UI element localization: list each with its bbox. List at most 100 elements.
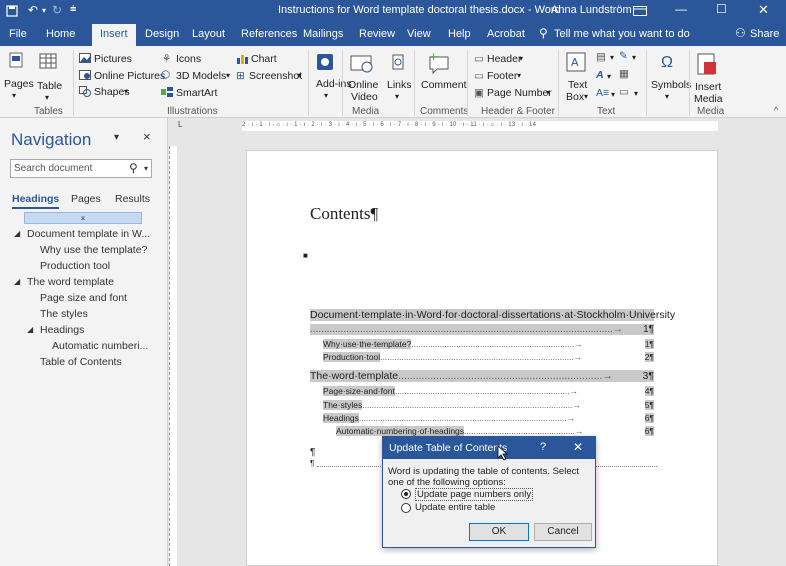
page-number-button[interactable]: Page Number (487, 87, 552, 99)
tab-pages[interactable]: Pages (71, 193, 101, 205)
undo-dropdown-icon[interactable]: ▾ (42, 6, 46, 15)
tab-references[interactable]: References (241, 28, 297, 40)
signature-line-icon[interactable]: ✎ (619, 50, 628, 62)
text-box-label-2[interactable]: Box (566, 91, 584, 103)
tell-me-search[interactable]: Tell me what you want to do (554, 28, 690, 40)
add-ins-dropdown-icon[interactable]: ▾ (324, 90, 328, 102)
toc-entry-level3[interactable]: Automatic·numbering·of·headings.........… (336, 426, 654, 436)
links-button[interactable]: Links (387, 79, 412, 91)
icons-button[interactable]: Icons (176, 53, 201, 65)
quick-parts-icon[interactable]: ▤ (596, 51, 606, 63)
tab-home[interactable]: Home (46, 28, 75, 40)
quick-parts-dropdown-icon[interactable]: ▾ (610, 52, 614, 64)
tab-help[interactable]: Help (448, 28, 471, 40)
search-dropdown-icon[interactable]: ▾ (144, 164, 148, 173)
toc-entry-level1[interactable]: The·word·template.......................… (310, 370, 654, 382)
online-video-label-2[interactable]: Video (351, 91, 378, 103)
nav-heading-item[interactable]: Table of Contents (40, 356, 122, 368)
wordart-icon[interactable]: A (596, 69, 604, 81)
nav-heading-item[interactable]: Document template in W... (27, 228, 150, 240)
table-dropdown-icon[interactable]: ▾ (45, 92, 49, 104)
table-button[interactable]: Table (37, 80, 62, 92)
save-icon[interactable] (6, 5, 18, 17)
header-button[interactable]: Header (487, 53, 521, 65)
insert-media-label-2[interactable]: Media (694, 93, 723, 105)
tab-acrobat[interactable]: Acrobat (487, 28, 525, 40)
search-input[interactable]: Search document ⚲ ▾ (10, 159, 152, 178)
nav-heading-item[interactable]: The word template (27, 276, 114, 288)
tab-insert[interactable]: Insert (92, 24, 136, 46)
radio-update-page-numbers[interactable] (401, 489, 411, 499)
3d-models-dropdown-icon[interactable]: ▾ (226, 70, 230, 82)
minimize-icon[interactable]: — (675, 2, 687, 16)
ok-button[interactable]: OK (469, 523, 529, 541)
footer-dropdown-icon[interactable]: ▾ (517, 70, 521, 82)
horizontal-ruler[interactable]: L 2 · ı · 1 · ı · ⌂ · ı · 1 · ı · 2 · ı … (178, 118, 786, 134)
object-dropdown-icon[interactable]: ▾ (634, 88, 638, 100)
search-icon[interactable]: ⚲ (129, 161, 138, 175)
object-icon[interactable]: ▭ (619, 86, 629, 98)
comment-button[interactable]: Comment (421, 79, 467, 91)
toc-entry-level2[interactable]: Production·tool.........................… (323, 352, 654, 362)
expand-toggle-icon[interactable]: ◢ (14, 229, 20, 238)
screenshot-button[interactable]: Screenshot (249, 70, 302, 82)
drop-cap-dropdown-icon[interactable]: ▾ (611, 89, 615, 101)
signature-dropdown-icon[interactable]: ▾ (632, 52, 636, 64)
option-update-entire-table-label[interactable]: Update entire table (415, 502, 495, 513)
option-update-page-numbers-label[interactable]: Update page numbers only (415, 488, 534, 501)
nav-heading-item[interactable]: Why use the template? (40, 244, 147, 256)
expand-toggle-icon[interactable]: ◢ (14, 277, 20, 286)
symbols-button[interactable]: Symbols (651, 79, 691, 91)
toc-entry-level2[interactable]: Why·use·the·template?...................… (323, 339, 654, 349)
tab-view[interactable]: View (407, 28, 431, 40)
add-ins-button[interactable]: Add-ins (316, 78, 352, 90)
dialog-help-button[interactable]: ? (540, 441, 546, 453)
links-dropdown-icon[interactable]: ▾ (395, 91, 399, 103)
close-icon[interactable]: ✕ (758, 2, 769, 18)
date-time-icon[interactable]: ▦ (619, 68, 629, 80)
expand-toggle-icon[interactable]: ◢ (27, 325, 33, 334)
text-box-dropdown-icon[interactable]: ▾ (584, 91, 588, 103)
vertical-ruler[interactable] (168, 140, 178, 566)
pages-button[interactable]: Pages (4, 78, 34, 90)
text-box-label-1[interactable]: Text (568, 79, 587, 91)
cancel-button[interactable]: Cancel (534, 523, 592, 541)
toc-entry-level2[interactable]: Page·size·and·font......................… (323, 386, 654, 396)
drop-cap-icon[interactable]: A≡ (596, 87, 609, 99)
nav-heading-item[interactable]: Page size and font (40, 292, 127, 304)
online-pictures-button[interactable]: Online Pictures (94, 70, 165, 82)
toc-entry-level2[interactable]: The·styles..............................… (323, 400, 654, 410)
nav-heading-item[interactable]: Headings (40, 324, 84, 336)
page-number-dropdown-icon[interactable]: ▾ (546, 87, 550, 99)
share-button[interactable]: Share (750, 28, 779, 40)
tab-headings[interactable]: Headings (12, 193, 60, 209)
tab-file[interactable]: File (9, 28, 27, 40)
radio-update-entire-table[interactable] (401, 503, 411, 513)
insert-media-label-1[interactable]: Insert (695, 81, 721, 93)
close-pane-icon[interactable]: × (143, 129, 151, 144)
ribbon-display-icon[interactable] (633, 6, 647, 16)
maximize-icon[interactable]: ☐ (716, 2, 727, 16)
tab-selector-icon[interactable]: L (178, 120, 182, 129)
footer-button[interactable]: Footer (487, 70, 517, 82)
user-name[interactable]: Anna Lundström (551, 4, 632, 16)
header-dropdown-icon[interactable]: ▾ (519, 53, 523, 65)
tab-review[interactable]: Review (359, 28, 395, 40)
chart-button[interactable]: Chart (251, 53, 277, 65)
nav-heading-item[interactable]: Automatic numberi... (52, 340, 148, 352)
tab-layout[interactable]: Layout (192, 28, 225, 40)
tab-mailings[interactable]: Mailings (303, 28, 343, 40)
shapes-dropdown-icon[interactable]: ▾ (124, 86, 128, 98)
pages-dropdown-icon[interactable]: ▾ (12, 90, 16, 102)
customize-toolbar-icon[interactable]: ⩧ (70, 3, 76, 16)
nav-heading-item[interactable]: Production tool (40, 260, 110, 272)
pane-options-icon[interactable]: ▾ (114, 132, 119, 143)
dialog-close-icon[interactable]: ✕ (573, 440, 583, 454)
pictures-button[interactable]: Pictures (94, 53, 132, 65)
3d-models-button[interactable]: 3D Models (176, 70, 226, 82)
symbols-dropdown-icon[interactable]: ▾ (665, 91, 669, 103)
toc-entry-level1-page[interactable]: ........................................… (310, 324, 654, 335)
undo-icon[interactable]: ↶ (28, 3, 38, 17)
wordart-dropdown-icon[interactable]: ▾ (607, 71, 611, 83)
collapse-ribbon-icon[interactable]: ^ (774, 104, 778, 116)
